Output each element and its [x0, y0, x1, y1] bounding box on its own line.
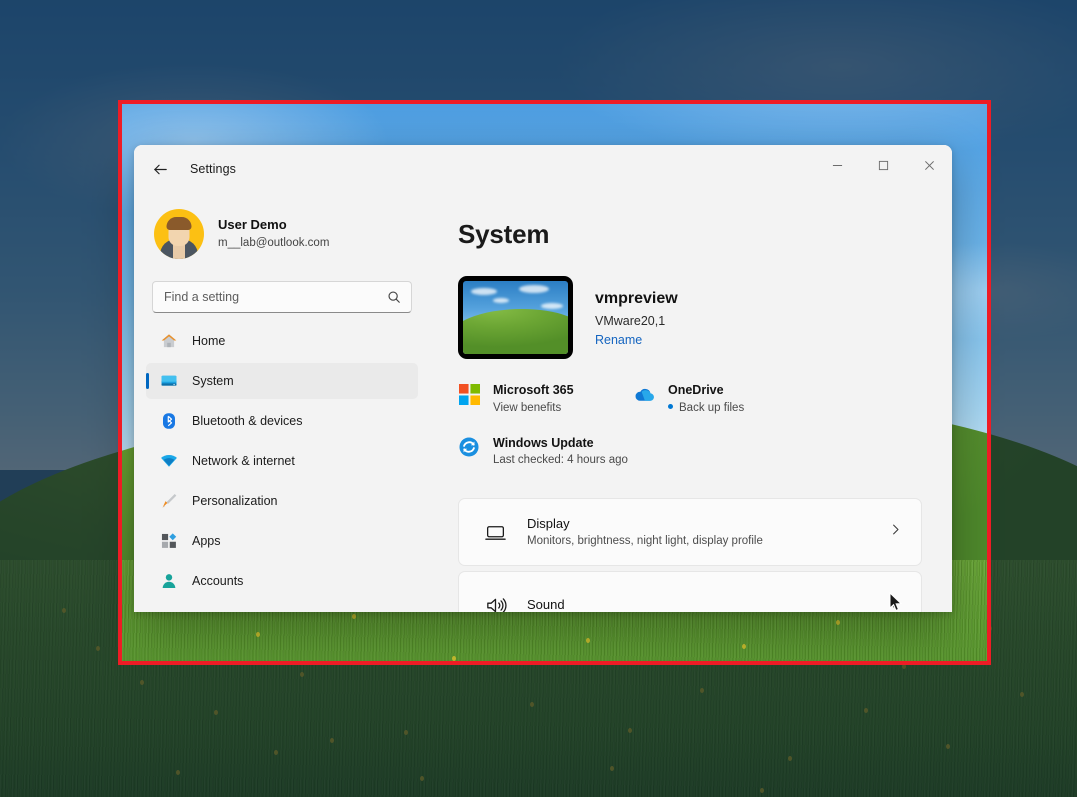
- setting-card-title: Sound: [527, 595, 868, 612]
- device-thumbnail-icon: [458, 276, 573, 359]
- sidebar-item-label: Home: [192, 334, 225, 348]
- sidebar-item-label: Bluetooth & devices: [192, 414, 303, 428]
- wallpaper-flower: [628, 728, 632, 733]
- wallpaper-flower: [760, 788, 764, 793]
- brush-icon: [160, 492, 178, 510]
- wallpaper-flower: [836, 620, 840, 625]
- account-block[interactable]: User Demo m__lab@outlook.com: [146, 193, 418, 267]
- apps-icon: [160, 532, 178, 550]
- wallpaper-flower: [420, 776, 424, 781]
- quicklink-title: Microsoft 365: [493, 383, 574, 397]
- wallpaper-flower: [330, 738, 334, 743]
- search-input[interactable]: [152, 281, 412, 313]
- quicklink-sub: View benefits: [493, 400, 574, 418]
- quicklink-sub: Back up files: [668, 400, 744, 418]
- sidebar-item-label: System: [192, 374, 234, 388]
- quicklink-title: OneDrive: [668, 383, 724, 397]
- desktop: Settings: [0, 0, 1077, 797]
- sidebar-item-network-internet[interactable]: Network & internet: [146, 443, 418, 479]
- wallpaper-flower: [988, 626, 992, 631]
- wallpaper-flower: [946, 744, 950, 749]
- sidebar-item-bluetooth-devices[interactable]: Bluetooth & devices: [146, 403, 418, 439]
- setting-card-sound[interactable]: Sound: [458, 571, 922, 612]
- sidebar-item-accounts[interactable]: Accounts: [146, 563, 418, 599]
- wallpaper-flower: [530, 702, 534, 707]
- account-email: m__lab@outlook.com: [218, 235, 329, 252]
- system-icon: [160, 372, 178, 390]
- wallpaper-flower: [788, 756, 792, 761]
- close-button[interactable]: [906, 145, 952, 185]
- sidebar-item-label: Network & internet: [192, 454, 295, 468]
- device-name: vmpreview: [595, 287, 678, 311]
- wallpaper-flower: [610, 766, 614, 771]
- minimize-button[interactable]: [814, 145, 860, 185]
- wallpaper-flower: [62, 608, 66, 613]
- avatar: [154, 209, 204, 259]
- quicklink-onedrive[interactable]: OneDrive Back up files: [633, 381, 922, 418]
- wallpaper-flower: [256, 632, 260, 637]
- sidebar-item-label: Accounts: [192, 574, 243, 588]
- sidebar-item-label: Apps: [192, 534, 221, 548]
- quicklinks: Microsoft 365 View benefits OneDrive Back u…: [458, 381, 922, 470]
- back-button[interactable]: [144, 153, 176, 185]
- quicklink-windows-update[interactable]: Windows Update Last checked: 4 hours ago: [458, 434, 633, 471]
- sidebar-item-apps[interactable]: Apps: [146, 523, 418, 559]
- display-icon: [483, 520, 507, 544]
- sidebar-item-label: Personalization: [192, 494, 277, 508]
- rename-link[interactable]: Rename: [595, 333, 642, 347]
- setting-card-sub: Monitors, brightness, night light, displ…: [527, 533, 868, 550]
- settings-window: Settings: [134, 145, 952, 612]
- wallpaper-flower: [586, 638, 590, 643]
- quicklink-sub: Last checked: 4 hours ago: [493, 452, 628, 470]
- sidebar-item-personalization[interactable]: Personalization: [146, 483, 418, 519]
- sidebar-item-home[interactable]: Home: [146, 323, 418, 359]
- setting-cards: DisplayMonitors, brightness, night light…: [458, 498, 922, 612]
- wallpaper-flower: [300, 672, 304, 677]
- sound-icon: [483, 593, 507, 612]
- search-box: [152, 281, 412, 313]
- account-name: User Demo: [218, 216, 329, 235]
- wallpaper-flower: [700, 688, 704, 693]
- wallpaper-flower: [214, 710, 218, 715]
- wallpaper-flower: [1020, 692, 1024, 697]
- wallpaper-flower: [352, 614, 356, 619]
- device-model: VMware20,1: [595, 311, 678, 331]
- quicklink-title: Windows Update: [493, 436, 594, 450]
- wallpaper-flower: [140, 680, 144, 685]
- wifi-icon: [160, 452, 178, 470]
- microsoft365-icon: [458, 383, 480, 405]
- wallpaper-flower: [864, 708, 868, 713]
- page-title: System: [458, 219, 922, 250]
- wallpaper-flower: [452, 656, 456, 661]
- window-body: User Demo m__lab@outlook.com Home System B…: [134, 193, 952, 612]
- person-icon: [160, 572, 178, 590]
- maximize-button[interactable]: [860, 145, 906, 185]
- sidebar: User Demo m__lab@outlook.com Home System B…: [134, 193, 430, 612]
- onedrive-icon: [633, 383, 655, 405]
- home-icon: [160, 332, 178, 350]
- wallpaper-flower: [274, 750, 278, 755]
- wallpaper-flower: [742, 644, 746, 649]
- search-icon[interactable]: [385, 288, 403, 306]
- sidebar-nav: Home System Bluetooth & devices Network & i…: [146, 323, 418, 599]
- bluetooth-icon: [160, 412, 178, 430]
- device-block: vmpreview VMware20,1 Rename: [458, 276, 922, 359]
- window-title: Settings: [190, 162, 236, 176]
- wallpaper-flower: [404, 730, 408, 735]
- quicklink-microsoft-365[interactable]: Microsoft 365 View benefits: [458, 381, 633, 418]
- wallpaper-flower: [96, 646, 100, 651]
- title-bar: Settings: [134, 145, 952, 193]
- main-panel: System vmpreview VMware20,1: [430, 193, 952, 612]
- wallpaper-flower: [902, 664, 906, 669]
- sidebar-item-system[interactable]: System: [146, 363, 418, 399]
- setting-card-display[interactable]: DisplayMonitors, brightness, night light…: [458, 498, 922, 566]
- wallpaper-flower: [176, 770, 180, 775]
- chevron-right-icon: [888, 595, 903, 612]
- window-controls: [814, 145, 952, 185]
- chevron-right-icon: [888, 522, 903, 542]
- setting-card-title: Display: [527, 514, 868, 534]
- windowsupdate-icon: [458, 436, 480, 458]
